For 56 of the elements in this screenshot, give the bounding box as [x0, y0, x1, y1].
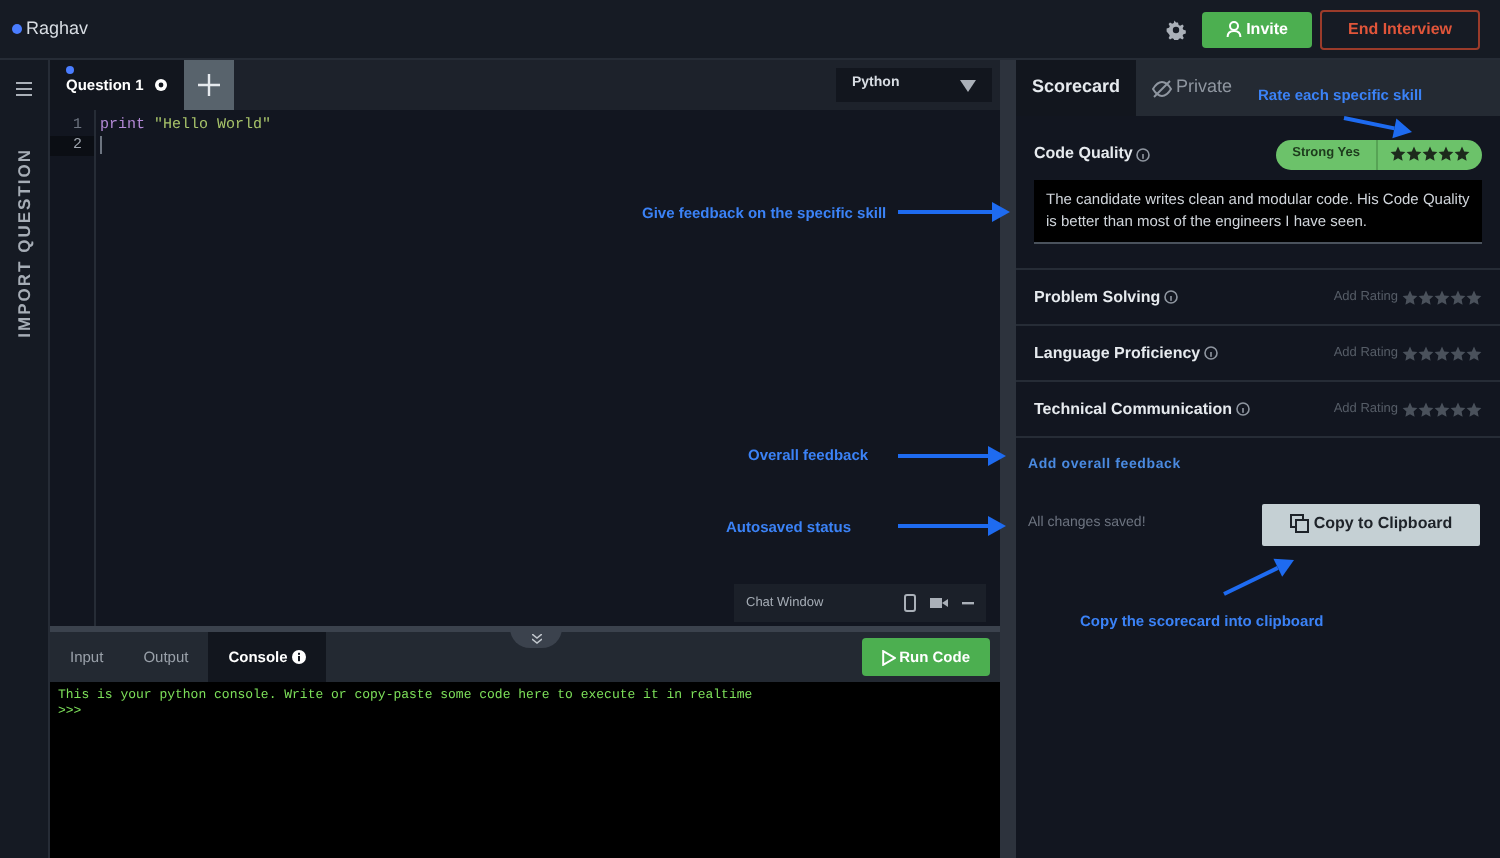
close-icon[interactable]: [154, 78, 168, 92]
minimize-icon[interactable]: [962, 601, 974, 605]
info-icon: [1204, 346, 1219, 360]
star-icon[interactable]: [1438, 146, 1454, 162]
annotation-arrow: [1223, 558, 1294, 596]
star-icon[interactable]: [1434, 289, 1450, 305]
user-name: Raghav: [26, 15, 89, 42]
annotation-arrow: [898, 202, 1010, 222]
info-icon: [1235, 402, 1250, 416]
star-icon[interactable]: [1466, 289, 1482, 305]
text-cursor: [100, 136, 102, 154]
star-icon[interactable]: [1418, 401, 1434, 417]
star-icon[interactable]: [1466, 401, 1482, 417]
info-icon: [1164, 290, 1179, 304]
star-icon[interactable]: [1406, 146, 1422, 162]
skill-name: Technical Communication: [1034, 397, 1232, 421]
caret-icon: [960, 79, 976, 91]
star-icon[interactable]: [1418, 289, 1434, 305]
star-icon[interactable]: [1390, 146, 1406, 162]
import-question-tab[interactable]: IMPORT QUESTION: [11, 148, 37, 338]
star-icon[interactable]: [1450, 345, 1466, 361]
scorecard-tab[interactable]: Private: [1136, 60, 1249, 116]
copy-icon: [1289, 514, 1310, 534]
skill-name: Problem Solving: [1034, 285, 1161, 309]
skill-name: Code Quality: [1034, 142, 1133, 166]
settings-icon[interactable]: [1166, 19, 1187, 39]
copy-button[interactable]: Copy to Clipboard: [1262, 503, 1480, 545]
star-icon[interactable]: [1422, 146, 1438, 162]
menu-icon[interactable]: [16, 82, 32, 96]
hidden-eye-icon: [1152, 79, 1173, 97]
video-icon[interactable]: [930, 596, 948, 610]
star-icon[interactable]: [1434, 345, 1450, 361]
end-interview-button[interactable]: End Interview: [1319, 9, 1480, 49]
add-tab-button[interactable]: [184, 60, 234, 110]
unsaved-dot: [66, 66, 74, 74]
star-icon[interactable]: [1450, 401, 1466, 417]
plus-icon: [198, 74, 220, 96]
star-icon[interactable]: [1402, 289, 1418, 305]
splitter-handle[interactable]: [1000, 60, 1016, 858]
scorecard-tab[interactable]: Scorecard: [1016, 60, 1137, 116]
person-icon: [1226, 20, 1243, 38]
star-icon[interactable]: [1466, 345, 1482, 361]
info-icon: [1136, 147, 1151, 161]
star-icon[interactable]: [1450, 289, 1466, 305]
phone-icon[interactable]: [904, 594, 916, 612]
annotation-arrow: [898, 446, 1006, 466]
annotation-arrow: [898, 516, 1006, 536]
star-icon[interactable]: [1454, 146, 1470, 162]
star-icon[interactable]: [1434, 401, 1450, 417]
star-icon[interactable]: [1418, 345, 1434, 361]
star-icon[interactable]: [1402, 401, 1418, 417]
skill-name: Language Proficiency: [1034, 341, 1201, 365]
chevron-icon: [531, 633, 541, 643]
star-icon[interactable]: [1402, 345, 1418, 361]
play-icon: [881, 649, 896, 665]
annotation-arrow: [1343, 116, 1412, 139]
